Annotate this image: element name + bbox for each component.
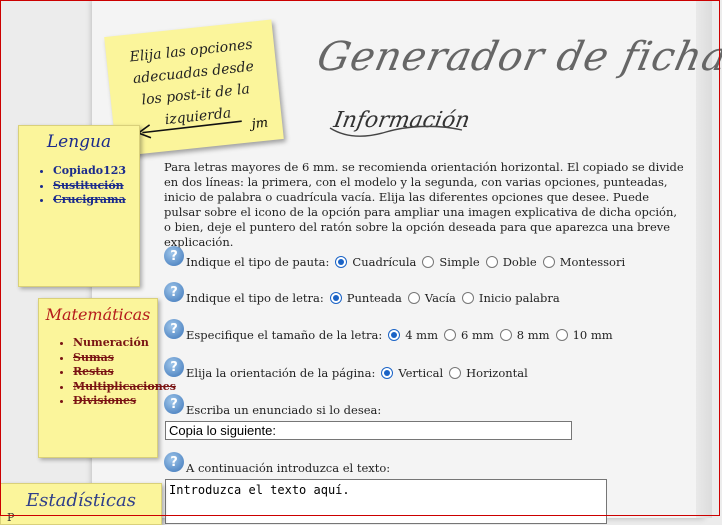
radio-button[interactable]	[461, 292, 474, 304]
postit-lengua: Lengua Copiado123 Sustitución Crucigrama	[18, 125, 140, 287]
option-vacia[interactable]: Vacía	[407, 291, 456, 305]
option-inicio-palabra[interactable]: Inicio palabra	[461, 291, 560, 305]
texto-textarea[interactable]: Introduzca el texto aquí.	[165, 479, 607, 524]
radio-button[interactable]	[388, 329, 401, 341]
question-label: Indique el tipo de letra:	[186, 291, 324, 305]
radio-button[interactable]	[422, 256, 435, 268]
help-icon[interactable]: ?	[164, 452, 184, 472]
intro-paragraph: Para letras mayores de 6 mm. se recomien…	[164, 160, 684, 249]
question-pauta: ? Indique el tipo de pauta: Cuadrícula S…	[164, 246, 625, 272]
help-icon[interactable]: ?	[164, 394, 184, 414]
matematicas-title: Matemáticas	[45, 305, 151, 324]
option-4mm[interactable]: 4 mm	[388, 328, 438, 342]
sidebar-item-sumas[interactable]: Sumas	[73, 351, 157, 366]
radio-button[interactable]	[449, 367, 462, 379]
option-montessori[interactable]: Montessori	[542, 255, 625, 269]
sidebar-item-divisiones[interactable]: Divisiones	[73, 394, 157, 409]
estadisticas-title: Estadísticas	[26, 490, 136, 511]
question-orientacion: ? Elija la orientación de la página: Ver…	[164, 357, 528, 383]
radio-button[interactable]	[381, 367, 394, 379]
enunciado-input[interactable]: Copia lo siguiente:	[165, 421, 572, 440]
radio-button[interactable]	[555, 329, 568, 341]
radio-button[interactable]	[335, 256, 348, 268]
option-simple[interactable]: Simple	[422, 255, 480, 269]
radio-button[interactable]	[329, 292, 342, 304]
option-horizontal[interactable]: Horizontal	[449, 366, 528, 380]
question-label: A continuación introduzca el texto:	[186, 461, 391, 475]
question-label: Especifique el tamaño de la letra:	[186, 328, 383, 342]
sidebar-item-sustitucion[interactable]: Sustitución	[53, 179, 139, 194]
page-title: Generador de fichas	[313, 34, 722, 80]
sidebar-item-restas[interactable]: Restas	[73, 365, 157, 380]
sidebar-item-copiado123[interactable]: Copiado123	[53, 164, 139, 179]
option-8mm[interactable]: 8 mm	[499, 328, 550, 342]
postit-estadisticas: Estadísticas P	[0, 483, 162, 525]
help-icon[interactable]: ?	[164, 246, 184, 266]
radio-button[interactable]	[485, 256, 498, 268]
radio-button[interactable]	[407, 292, 420, 304]
lengua-list: Copiado123 Sustitución Crucigrama	[19, 164, 139, 208]
question-enunciado: ? Escriba un enunciado si lo desea:	[164, 394, 382, 420]
radio-button[interactable]	[542, 256, 555, 268]
question-label: Escriba un enunciado si lo desea:	[186, 403, 382, 417]
radio-button[interactable]	[499, 329, 512, 341]
question-tamano: ? Especifique el tamaño de la letra: 4 m…	[164, 319, 613, 345]
help-icon[interactable]: ?	[164, 319, 184, 339]
sidebar-item-numeracion[interactable]: Numeración	[73, 336, 157, 351]
sidebar-item-crucigrama[interactable]: Crucigrama	[53, 193, 139, 208]
question-label: Elija la orientación de la página:	[186, 366, 376, 380]
question-letra: ? Indique el tipo de letra: Punteada Vac…	[164, 282, 560, 308]
option-vertical[interactable]: Vertical	[381, 366, 443, 380]
question-label: Indique el tipo de pauta:	[186, 255, 330, 269]
sidebar-item-multiplicaciones[interactable]: Multiplicaciones	[73, 380, 176, 395]
option-cuadricula[interactable]: Cuadrícula	[335, 255, 416, 269]
lengua-title: Lengua	[46, 132, 112, 152]
option-doble[interactable]: Doble	[485, 255, 537, 269]
postit-matematicas: Matemáticas Numeración Sumas Restas Mult…	[38, 298, 176, 458]
postit-signature: jm	[251, 115, 269, 133]
question-texto: ? A continuación introduzca el texto:	[164, 452, 391, 478]
radio-button[interactable]	[444, 329, 456, 341]
option-punteada[interactable]: Punteada	[329, 291, 402, 305]
help-icon[interactable]: ?	[164, 282, 184, 302]
option-6mm[interactable]: 6 mm	[444, 328, 494, 342]
matematicas-list: Numeración Sumas Restas Multiplicaciones…	[39, 336, 176, 409]
option-10mm[interactable]: 10 mm	[555, 328, 613, 342]
help-icon[interactable]: ?	[164, 357, 184, 377]
flourish-decoration	[329, 125, 463, 137]
